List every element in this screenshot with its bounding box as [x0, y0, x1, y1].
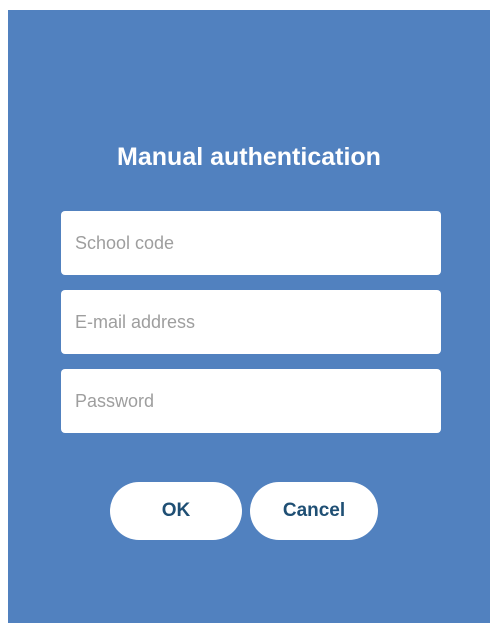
ok-button[interactable]: OK [110, 482, 242, 540]
cancel-button[interactable]: Cancel [250, 482, 378, 540]
school-code-input[interactable] [61, 211, 441, 275]
password-input[interactable] [61, 369, 441, 433]
auth-dialog: Manual authentication OK Cancel [8, 10, 490, 623]
dialog-title: Manual authentication [117, 143, 381, 171]
email-input[interactable] [61, 290, 441, 354]
